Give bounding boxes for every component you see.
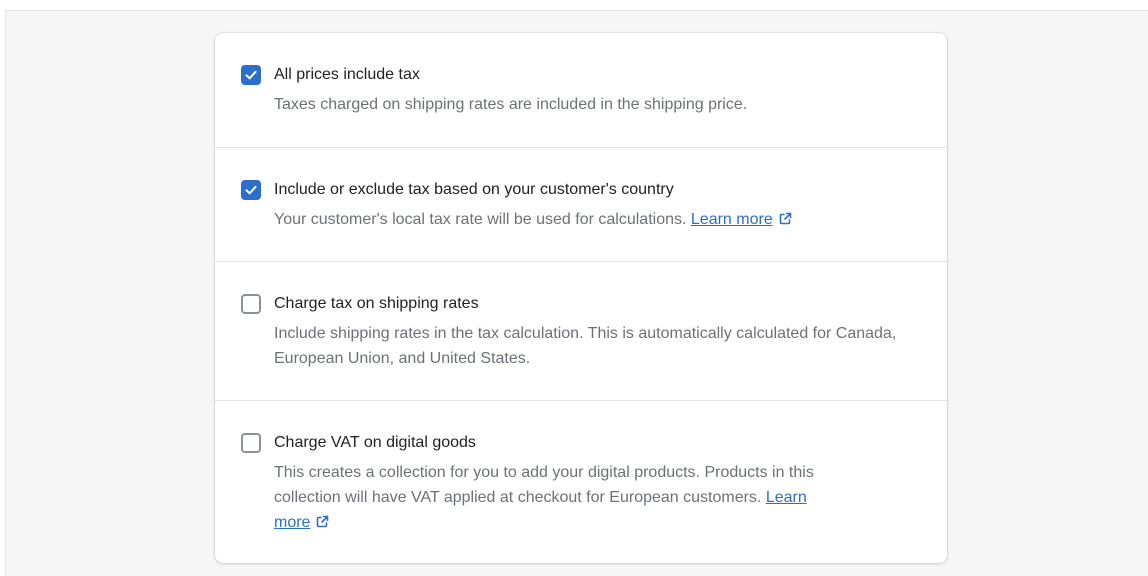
charge-vat-digital-goods-checkbox[interactable] [241,433,261,453]
external-link-icon[interactable] [316,515,329,528]
charge-tax-on-shipping-checkbox[interactable] [241,294,261,314]
option-label[interactable]: Charge tax on shipping rates [274,294,479,314]
all-prices-include-tax-checkbox[interactable] [241,65,261,85]
external-link-icon[interactable] [779,212,792,225]
option-charge-vat-on-digital-goods: Charge VAT on digital goods This creates… [215,400,947,563]
learn-more-link[interactable]: Learn more [691,211,773,228]
option-help-text: Your customer's local tax rate will be u… [274,207,914,232]
option-help-text: Include shipping rates in the tax calcul… [274,325,897,367]
option-label[interactable]: Charge VAT on digital goods [274,433,476,453]
option-charge-tax-on-shipping: Charge tax on shipping rates Include shi… [215,261,947,400]
learn-more-link-label: Learn more [690,211,773,228]
checkmark-icon [245,70,257,80]
help-text-line: This creates a collection for you to add… [274,464,814,481]
help-text: collection will have VAT applied at chec… [274,489,762,506]
option-all-prices-include-tax: All prices include tax Taxes charged on … [215,33,947,147]
help-text-line: more [274,510,914,535]
tax-settings-card: All prices include tax Taxes charged on … [215,33,947,563]
help-text: Your customer's local tax rate will be u… [274,211,687,228]
option-help-text: This creates a collection for you to add… [274,460,914,535]
option-help-text: Taxes charged on shipping rates are incl… [274,96,748,113]
option-label[interactable]: Include or exclude tax based on your cus… [274,180,674,200]
option-include-exclude-tax-by-country: Include or exclude tax based on your cus… [215,147,947,261]
learn-more-link[interactable]: Learn [766,489,807,506]
help-text-line: collection will have VAT applied at chec… [274,485,914,510]
include-exclude-tax-checkbox[interactable] [241,180,261,200]
checkmark-icon [245,185,257,195]
option-label[interactable]: All prices include tax [274,65,420,85]
learn-more-link[interactable]: more [274,514,310,531]
